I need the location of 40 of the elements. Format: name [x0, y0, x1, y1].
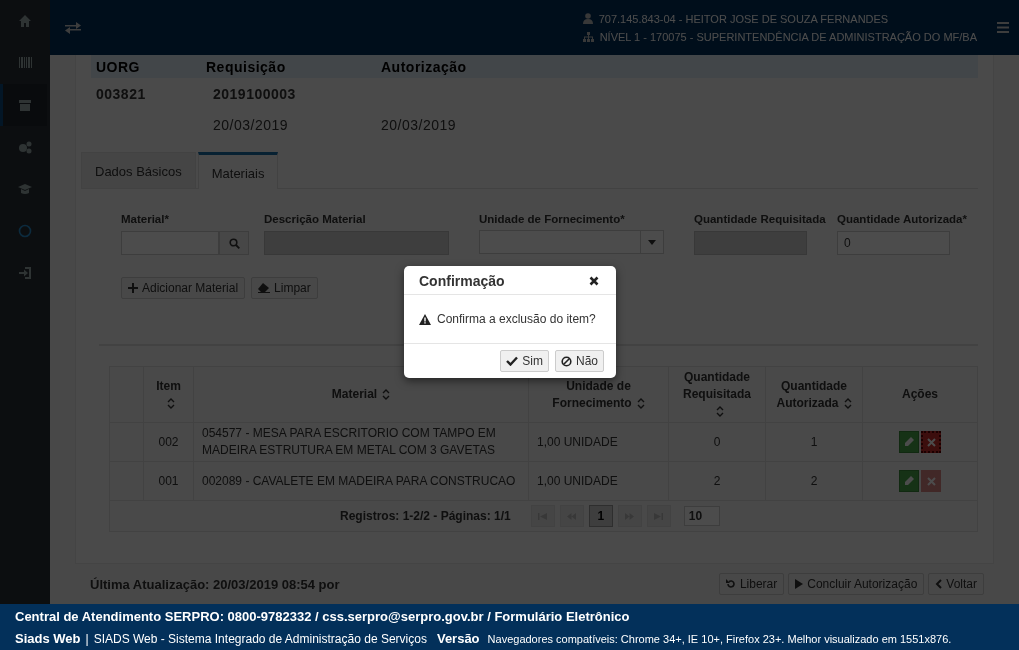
field-label: Descrição Material [264, 213, 366, 225]
yes-button[interactable]: Sim [500, 350, 549, 372]
field-label: Material* [121, 213, 169, 225]
user-name: 707.145.843-04 - HEITOR JOSE DE SOUZA FERNANDES [598, 12, 889, 25]
table-cell: 1,00 UNIDADE [537, 433, 618, 451]
table-cell: 001 [158, 472, 179, 490]
summary-value: 003821 [96, 85, 146, 102]
app-name: Siads Web [15, 630, 81, 646]
no-button[interactable]: Não [555, 350, 604, 372]
column-header: UORG [95, 58, 141, 75]
table-cell: 2 [713, 472, 721, 490]
browser-compat-text: Navegadores compatíveis: Chrome 34+, IE 10+, Firefox 23+. Melhor visualizado em 1551x876. [487, 632, 952, 645]
warning-icon [419, 313, 431, 325]
table-cell-text: 054577 - MESA PARA ESCRITORIO COM TAMPO EM MADEIRA ESTRUTURA EM METAL COM 3 GAVETAS [202, 425, 497, 459]
table-cell: 2 [810, 472, 818, 490]
separator-text: | [85, 631, 89, 646]
column-header: Autorização [380, 58, 468, 75]
dialog-message: Confirma a exclusão do item? [437, 312, 596, 326]
system-name: SIADS Web - Sistema Integrado de Administração de Serviços [93, 631, 427, 646]
version-label: Versão [436, 630, 480, 646]
table-cell: 002089 - CAVALETE EM MADEIRA PARA CONSTRUCAO [202, 472, 516, 490]
summary-value: 20/03/2019 [213, 116, 289, 133]
dialog-title: Confirmação [419, 273, 505, 289]
field-label: Unidade de Fornecimento* [479, 213, 625, 225]
records-summary: Registros: 1-2/2 - Páginas: 1/1 [340, 509, 511, 523]
summary-value: 20/03/2019 [381, 116, 457, 133]
field-label: Quantidade Requisitada [694, 213, 826, 225]
check-icon [506, 356, 519, 366]
ban-icon [561, 355, 572, 367]
close-icon[interactable] [589, 276, 599, 286]
table-cell: 1 [810, 433, 818, 451]
column-header: Ações [902, 386, 938, 403]
unit-level: NÍVEL 1 - 170075 - SUPERINTENDÊNCIA DE ADMINISTRAÇÃO DO MF/BA [599, 30, 977, 43]
last-update-text: Última Atualização: 20/03/2019 08:54 por [90, 576, 340, 592]
table-cell: 002 [158, 433, 179, 451]
support-contact-text: Central de Atendimento SERPRO: 0800-9782332 / css.serpro@serpro.gov.br / Formulário Eletrônico [15, 608, 631, 624]
column-header: Requisição [205, 58, 287, 75]
table-cell: 1,00 UNIDADE [537, 472, 618, 490]
field-label: Quantidade Autorizada* [837, 213, 967, 225]
summary-value: 2019100003 [213, 85, 296, 102]
